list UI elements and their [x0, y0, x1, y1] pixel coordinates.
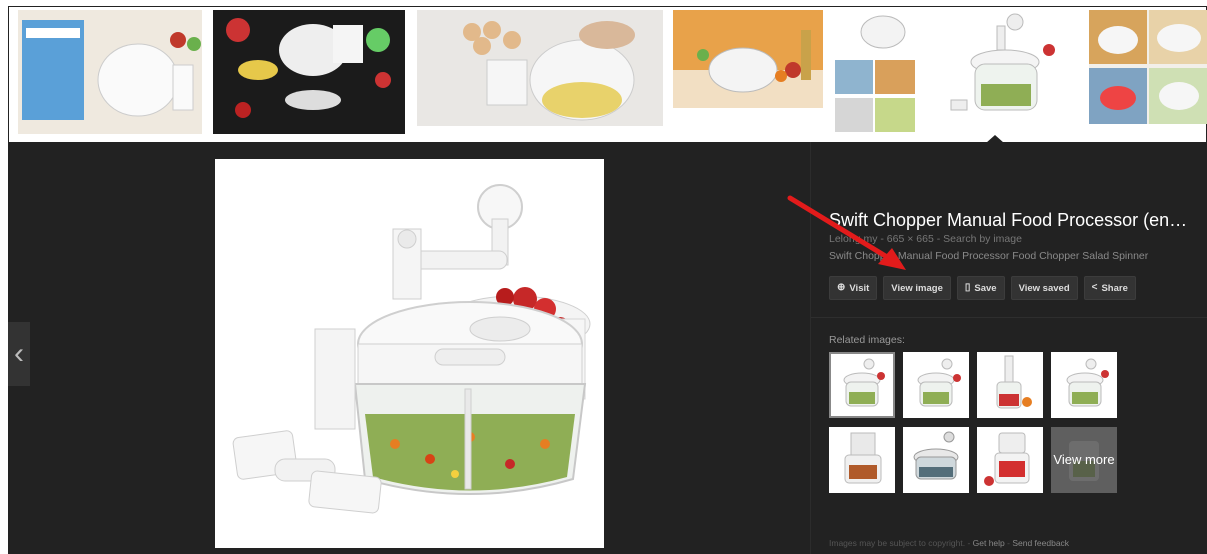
- save-label: Save: [974, 282, 997, 294]
- related-image[interactable]: [829, 427, 895, 493]
- view-more-related[interactable]: View more: [1051, 427, 1117, 493]
- result-thumbnail[interactable]: [673, 10, 823, 108]
- image-meta: Lelong.my - 665 × 665 - Search by image: [829, 233, 1022, 245]
- image-title[interactable]: Swift Chopper Manual Food Processor (en…: [829, 210, 1201, 231]
- image-description: Swift Chopper Manual Food Processor Food…: [829, 250, 1149, 262]
- result-thumbnail[interactable]: [213, 10, 405, 134]
- bookmark-icon: ▯: [964, 282, 971, 293]
- image-detail-panel: ‹ Swift Chopper Manual Food Processor (e…: [8, 142, 1207, 554]
- result-thumbnail-selected[interactable]: [927, 10, 1079, 134]
- view-image-button[interactable]: View image: [883, 276, 951, 300]
- related-image[interactable]: [903, 352, 969, 418]
- related-image[interactable]: [829, 352, 895, 418]
- action-bar: ⊕ Visit View image ▯ Save View saved < Shar…: [829, 276, 1136, 300]
- previous-image-button[interactable]: ‹: [8, 322, 30, 386]
- related-image[interactable]: [977, 352, 1043, 418]
- related-image[interactable]: [977, 427, 1043, 493]
- globe-icon: ⊕: [837, 282, 846, 293]
- related-images-grid: View more: [829, 352, 1117, 493]
- send-feedback-link[interactable]: Send feedback: [1012, 538, 1069, 548]
- selected-thumbnail-pointer: [986, 135, 1004, 143]
- share-label: Share: [1101, 282, 1128, 294]
- image-dimensions: 665 × 665: [886, 233, 934, 245]
- related-image[interactable]: [1051, 352, 1117, 418]
- meta-separator: -: [877, 233, 887, 245]
- view-saved-label: View saved: [1018, 282, 1070, 294]
- main-preview-image[interactable]: [215, 159, 604, 548]
- visit-button[interactable]: ⊕ Visit: [829, 276, 878, 300]
- search-by-image-link[interactable]: Search by image: [943, 233, 1022, 245]
- copyright-footer: Images may be subject to copyright. - Ge…: [829, 538, 1069, 548]
- section-divider: [811, 317, 1207, 318]
- share-button[interactable]: < Share: [1083, 276, 1136, 300]
- view-image-label: View image: [891, 282, 943, 294]
- view-more-label: View more: [1051, 427, 1117, 493]
- share-icon: <: [1091, 282, 1098, 293]
- footer-separator: -: [965, 538, 973, 548]
- result-thumbnail[interactable]: [417, 10, 663, 126]
- get-help-link[interactable]: Get help: [973, 538, 1005, 548]
- copyright-notice: Images may be subject to copyright.: [829, 538, 966, 548]
- save-button[interactable]: ▯ Save: [956, 276, 1005, 300]
- view-saved-button[interactable]: View saved: [1010, 276, 1078, 300]
- related-image[interactable]: [903, 427, 969, 493]
- image-info-sidebar: Swift Chopper Manual Food Processor (en……: [810, 142, 1207, 554]
- source-domain[interactable]: Lelong.my: [829, 233, 877, 245]
- result-thumbnail[interactable]: [1089, 10, 1207, 124]
- visit-label: Visit: [849, 282, 870, 294]
- image-search-page: ‹ Swift Chopper Manual Food Processor (e…: [0, 0, 1207, 554]
- result-thumbnail[interactable]: [18, 10, 202, 134]
- result-thumbnail[interactable]: [835, 10, 915, 134]
- related-images-heading: Related images:: [829, 334, 905, 346]
- meta-separator: -: [933, 233, 944, 245]
- results-thumbnail-strip: [8, 6, 1207, 142]
- chevron-left-icon: ‹: [14, 337, 24, 370]
